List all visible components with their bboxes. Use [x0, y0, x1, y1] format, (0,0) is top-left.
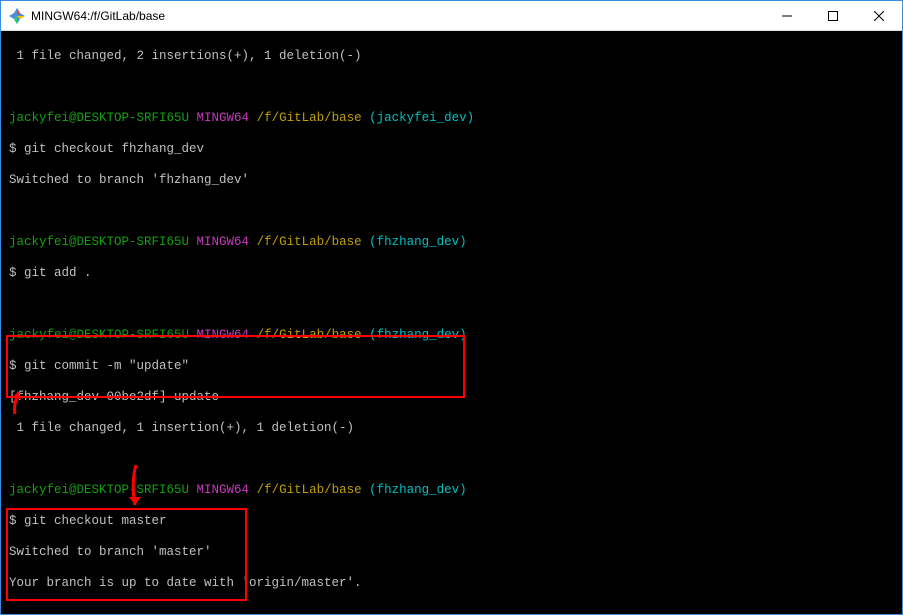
- blank-line: [9, 452, 902, 468]
- prompt-line: jackyfei@DESKTOP-SRFI65U MINGW64 /f/GitL…: [9, 483, 902, 499]
- command-line: $ git checkout master: [9, 514, 902, 530]
- output-line: Switched to branch 'fhzhang_dev': [9, 173, 902, 189]
- prompt-line: jackyfei@DESKTOP-SRFI65U MINGW64 /f/GitL…: [9, 235, 902, 251]
- maximize-button[interactable]: [810, 1, 856, 30]
- blank-line: [9, 204, 902, 220]
- titlebar: MINGW64:/f/GitLab/base: [1, 1, 902, 31]
- prompt-line: jackyfei@DESKTOP-SRFI65U MINGW64 /f/GitL…: [9, 111, 902, 127]
- output-line: Switched to branch 'master': [9, 545, 902, 561]
- terminal-window: MINGW64:/f/GitLab/base 1 file changed, 2…: [0, 0, 903, 615]
- command-line: $ git commit -m "update": [9, 359, 902, 375]
- blank-line: [9, 80, 902, 96]
- close-button[interactable]: [856, 1, 902, 30]
- terminal-body[interactable]: 1 file changed, 2 insertions(+), 1 delet…: [1, 31, 902, 614]
- output-line: Your branch is up to date with 'origin/m…: [9, 576, 902, 592]
- minimize-button[interactable]: [764, 1, 810, 30]
- window-controls: [764, 1, 902, 30]
- output-line: [fhzhang_dev 00be2df] update: [9, 390, 902, 406]
- command-line: $ git checkout fhzhang_dev: [9, 142, 902, 158]
- app-icon: [9, 8, 25, 24]
- output-line: 1 file changed, 1 insertion(+), 1 deleti…: [9, 421, 902, 437]
- window-title: MINGW64:/f/GitLab/base: [31, 9, 764, 23]
- output-line: 1 file changed, 2 insertions(+), 1 delet…: [9, 49, 902, 65]
- command-line: $ git add .: [9, 266, 902, 282]
- blank-line: [9, 607, 902, 615]
- prompt-line: jackyfei@DESKTOP-SRFI65U MINGW64 /f/GitL…: [9, 328, 902, 344]
- blank-line: [9, 297, 902, 313]
